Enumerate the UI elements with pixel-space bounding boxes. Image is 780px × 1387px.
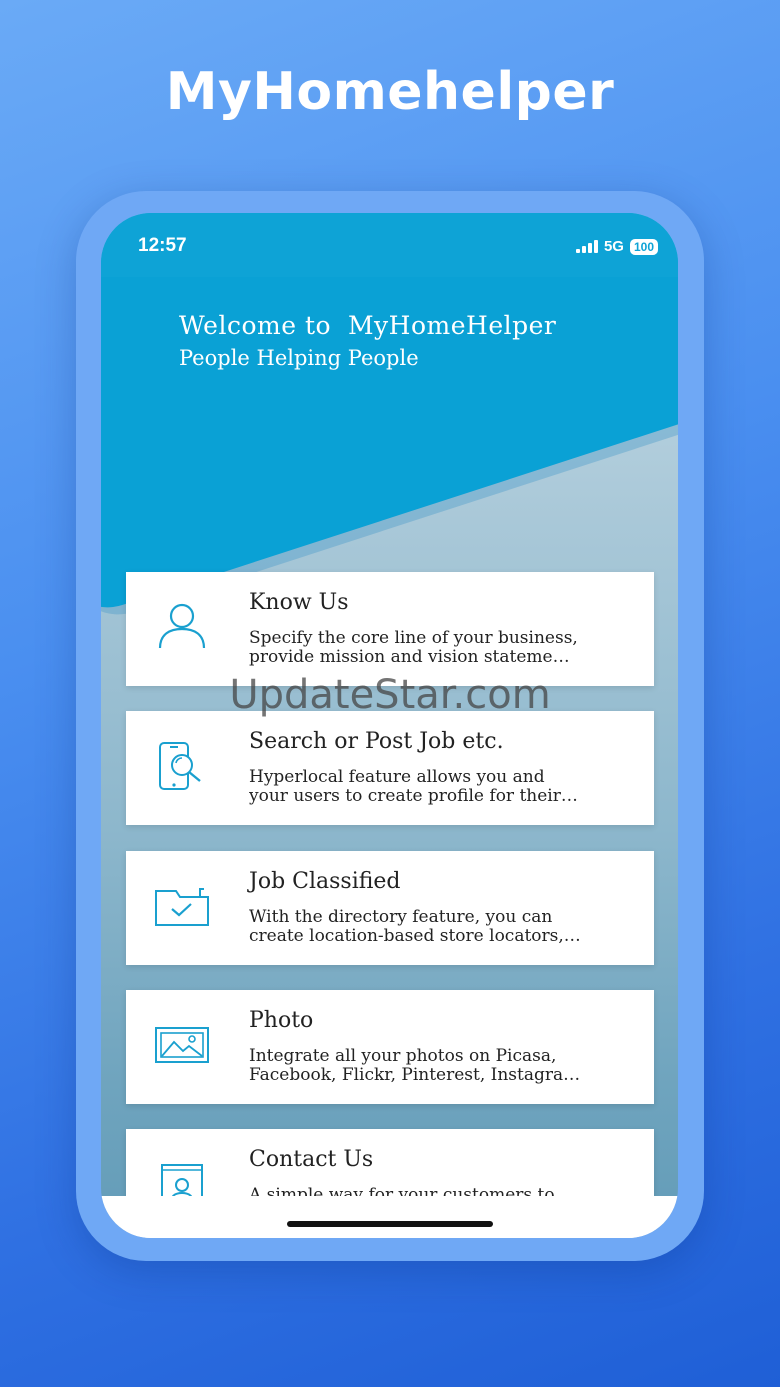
card-desc-line: Specify the core line of your business, [249,629,578,648]
folder-check-icon [155,888,209,926]
card-job-classified[interactable]: Job Classified With the directory featur… [126,851,654,965]
card-description: Integrate all your photos on Picasa, Fac… [249,1047,629,1085]
image-icon [155,1027,209,1063]
phone-search-icon [159,742,201,790]
card-title: Photo [249,1008,314,1033]
welcome-title: Welcome to MyHomeHelper [179,311,557,340]
status-time: 12:57 [138,235,187,256]
user-icon [158,603,206,649]
watermark: UpdateStar.com [229,672,551,718]
app-title: MyHomehelper [165,62,615,122]
card-title: Know Us [249,590,349,615]
card-title: Search or Post Job etc. [249,729,504,754]
home-indicator-area [101,1196,678,1238]
card-desc-line: Integrate all your photos on Picasa, [249,1047,557,1066]
signal-icon [575,240,598,253]
card-title: Contact Us [249,1147,374,1172]
card-photo[interactable]: Photo Integrate all your photos on Picas… [126,990,654,1104]
card-description: Specify the core line of your business, … [249,629,629,667]
card-desc-line: With the directory feature, you can [249,908,553,927]
home-indicator[interactable] [287,1221,493,1227]
card-know-us[interactable]: Know Us Specify the core line of your bu… [126,572,654,686]
network-label: 5G [603,238,624,255]
card-description: With the directory feature, you can crea… [249,908,629,946]
card-search-post-job[interactable]: Search or Post Job etc. Hyperlocal featu… [126,711,654,825]
status-bar: 12:57 5G 100 [101,213,678,277]
card-desc-line: create location-based store locators,… [249,927,581,946]
welcome-subtitle: People Helping People [179,346,419,370]
card-desc-line: provide mission and vision stateme… [249,648,570,667]
welcome-banner: Welcome to MyHomeHelper People Helping P… [179,311,556,370]
phone-screen: 12:57 5G 100 Welcome to MyHomeHelper Peo… [101,213,678,1238]
card-desc-line: Facebook, Flickr, Pinterest, Instagra… [249,1066,581,1085]
card-desc-line: your users to create profile for their… [249,787,578,806]
battery-icon: 100 [629,238,658,255]
card-title: Job Classified [249,869,401,894]
card-description: Hyperlocal feature allows you and your u… [249,768,629,806]
card-desc-line: Hyperlocal feature allows you and [249,768,545,787]
status-indicators: 5G 100 [575,238,658,255]
